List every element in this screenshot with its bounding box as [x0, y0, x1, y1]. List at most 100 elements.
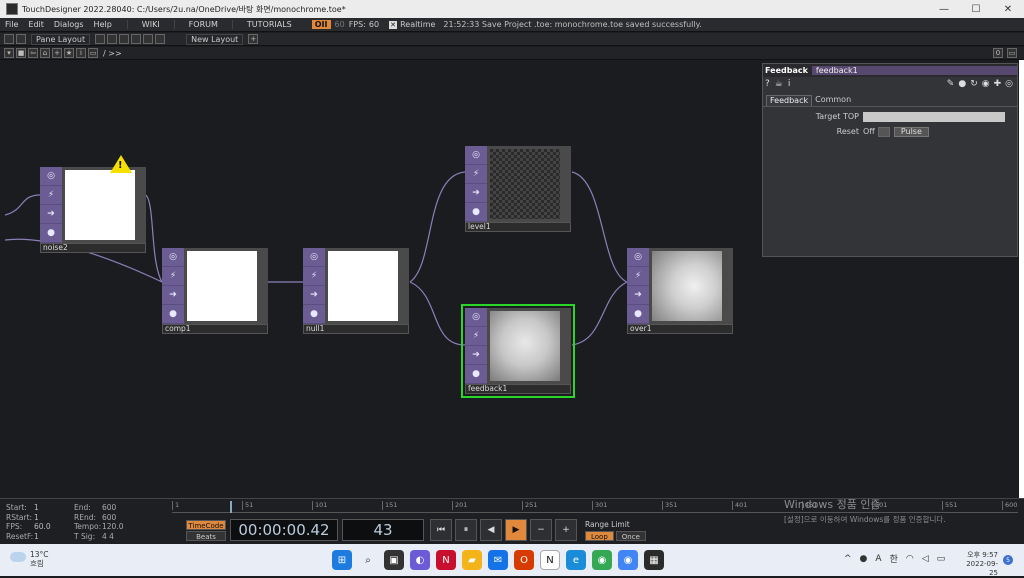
timecode-display[interactable]: 00:00:00.42 [230, 519, 338, 541]
layout-5-icon[interactable] [143, 34, 154, 44]
weather-widget[interactable]: 13°C 흐림 [10, 550, 49, 568]
layout-1-icon[interactable] [95, 34, 106, 44]
new-layout-tab[interactable]: New Layout [186, 33, 244, 45]
wire-null1-level1 [409, 171, 466, 283]
python-icon[interactable]: ◉ [982, 79, 990, 89]
play-button[interactable]: ▶ [505, 519, 527, 541]
file-explorer-icon[interactable]: ▰ [462, 550, 482, 570]
add-layout-button[interactable]: + [248, 34, 259, 44]
minimize-button[interactable]: — [928, 0, 960, 18]
close-button[interactable]: ✕ [992, 0, 1024, 18]
beats-toggle[interactable]: Beats [186, 530, 226, 541]
volume-icon[interactable]: ◁ [922, 554, 929, 564]
edge-icon[interactable]: e [566, 550, 586, 570]
menu-file[interactable]: File [0, 20, 23, 29]
tray-app-icon[interactable]: ● [860, 554, 868, 564]
pause-button[interactable]: ⏸ [455, 519, 477, 541]
layout-6-icon[interactable] [155, 34, 166, 44]
forum-link[interactable]: FORUM [173, 20, 232, 29]
pane-layout-button[interactable]: Pane Layout [31, 33, 91, 45]
comment-icon[interactable]: ● [958, 79, 966, 89]
node-null1[interactable]: ◎ ⚡ ➔ ● null1 [303, 248, 409, 334]
layout-3-icon[interactable] [119, 34, 130, 44]
pane-maximize-icon[interactable]: ▭ [1007, 48, 1017, 58]
node-name[interactable]: noise2 [40, 243, 146, 253]
tab-common[interactable]: Common [812, 95, 854, 106]
task-view-icon[interactable]: ▣ [384, 550, 404, 570]
help-icon[interactable]: ? [765, 79, 770, 89]
target-top-field[interactable] [863, 111, 1005, 122]
frame-display[interactable]: 43 [342, 519, 424, 541]
node-name[interactable]: null1 [303, 324, 409, 334]
node-name[interactable]: comp1 [162, 324, 268, 334]
decrement-button[interactable]: − [530, 519, 552, 541]
back-icon[interactable]: ⇦ [28, 48, 38, 58]
node-name[interactable]: level1 [465, 222, 571, 232]
touchdesigner-taskbar-icon[interactable]: ▦ [644, 550, 664, 570]
pane-close-icon[interactable] [16, 34, 26, 44]
refresh-icon[interactable]: ↻ [970, 79, 978, 89]
op-indicator[interactable]: OII [311, 20, 331, 29]
op-name-field[interactable]: feedback1 [811, 66, 1017, 75]
bypass-flag-icon: ⚡ [465, 165, 487, 184]
office-icon[interactable]: O [514, 550, 534, 570]
netflix-icon[interactable]: N [436, 550, 456, 570]
add-param-icon[interactable]: ✚ [994, 79, 1002, 89]
windows-activation-watermark: Windows 정품 인증 [설정]으로 이동하여 Windows를 정품 인증… [784, 498, 946, 524]
stop-icon[interactable]: ■ [16, 48, 26, 58]
node-level1[interactable]: ◎ ⚡ ➔ ● level1 [465, 146, 571, 232]
notification-badge[interactable]: 5 [1003, 555, 1013, 565]
home-icon[interactable]: ⌂ [40, 48, 50, 58]
timeline-playhead[interactable] [230, 501, 232, 513]
add-op-icon[interactable]: + [52, 48, 62, 58]
wifi-icon[interactable]: ◠ [906, 554, 914, 564]
menu-dialogs[interactable]: Dialogs [49, 20, 89, 29]
node-name[interactable]: feedback1 [465, 384, 571, 394]
loop-button[interactable]: Loop [585, 530, 614, 541]
node-name[interactable]: over1 [627, 324, 733, 334]
bookmark-icon[interactable]: ★ [64, 48, 74, 58]
notion-icon[interactable]: N [540, 550, 560, 570]
layout-2-icon[interactable] [107, 34, 118, 44]
pane-number-icon[interactable]: 0 [993, 48, 1003, 58]
realtime-checkbox[interactable]: ✕ [389, 20, 398, 29]
wiki-link[interactable]: WIKI [126, 20, 174, 29]
menu-help[interactable]: Help [89, 20, 117, 29]
node-noise2[interactable]: ◎ ⚡ ➔ ● noise2 ! [40, 155, 146, 253]
ime-language[interactable]: 한 [890, 552, 898, 565]
rewind-button[interactable]: ⏮ [430, 519, 452, 541]
start-icon[interactable]: ⊞ [332, 550, 352, 570]
node-over1[interactable]: ◎ ⚡ ➔ ● over1 [627, 248, 733, 334]
tray-chevron-icon[interactable]: ^ [844, 554, 852, 564]
once-button[interactable]: Once [615, 530, 646, 541]
timecode-toggle[interactable]: TimeCode [186, 519, 226, 530]
system-clock[interactable]: 오후 9:57 2022-09-25 [958, 551, 998, 578]
ime-mode[interactable]: A [875, 554, 881, 564]
chrome-profile-icon[interactable]: ◉ [618, 550, 638, 570]
reset-toggle[interactable] [877, 126, 890, 137]
settings-icon[interactable]: ◎ [1005, 79, 1013, 89]
chrome-icon[interactable]: ◉ [592, 550, 612, 570]
pane-split-icon[interactable] [4, 34, 14, 44]
layout-4-icon[interactable] [131, 34, 142, 44]
pulse-button[interactable]: Pulse [893, 126, 929, 137]
battery-icon[interactable]: ▭ [937, 554, 946, 564]
menu-edit[interactable]: Edit [23, 20, 49, 29]
increment-button[interactable]: + [555, 519, 577, 541]
edit-icon[interactable]: ✎ [947, 79, 955, 89]
maximize-button[interactable]: ☐ [960, 0, 992, 18]
layout-icon[interactable]: ▭ [88, 48, 98, 58]
node-feedback1[interactable]: ◎ ⚡ ➔ ● feedback1 [461, 304, 575, 398]
chat-icon[interactable]: ◐ [410, 550, 430, 570]
network-path[interactable]: / >> [103, 49, 122, 58]
step-back-button[interactable]: ◀ [480, 519, 502, 541]
info-icon[interactable]: i [788, 79, 791, 89]
node-comp1[interactable]: ◎ ⚡ ➔ ● comp1 [162, 248, 268, 334]
mail-icon[interactable]: ✉ [488, 550, 508, 570]
info-icon[interactable]: i [76, 48, 86, 58]
search-icon[interactable]: ⌕ [358, 550, 378, 570]
pane-menu-icon[interactable]: ▾ [4, 48, 14, 58]
python-help-icon[interactable]: ☕ [775, 79, 783, 89]
tab-feedback[interactable]: Feedback [766, 95, 813, 106]
tutorials-link[interactable]: TUTORIALS [231, 20, 306, 29]
